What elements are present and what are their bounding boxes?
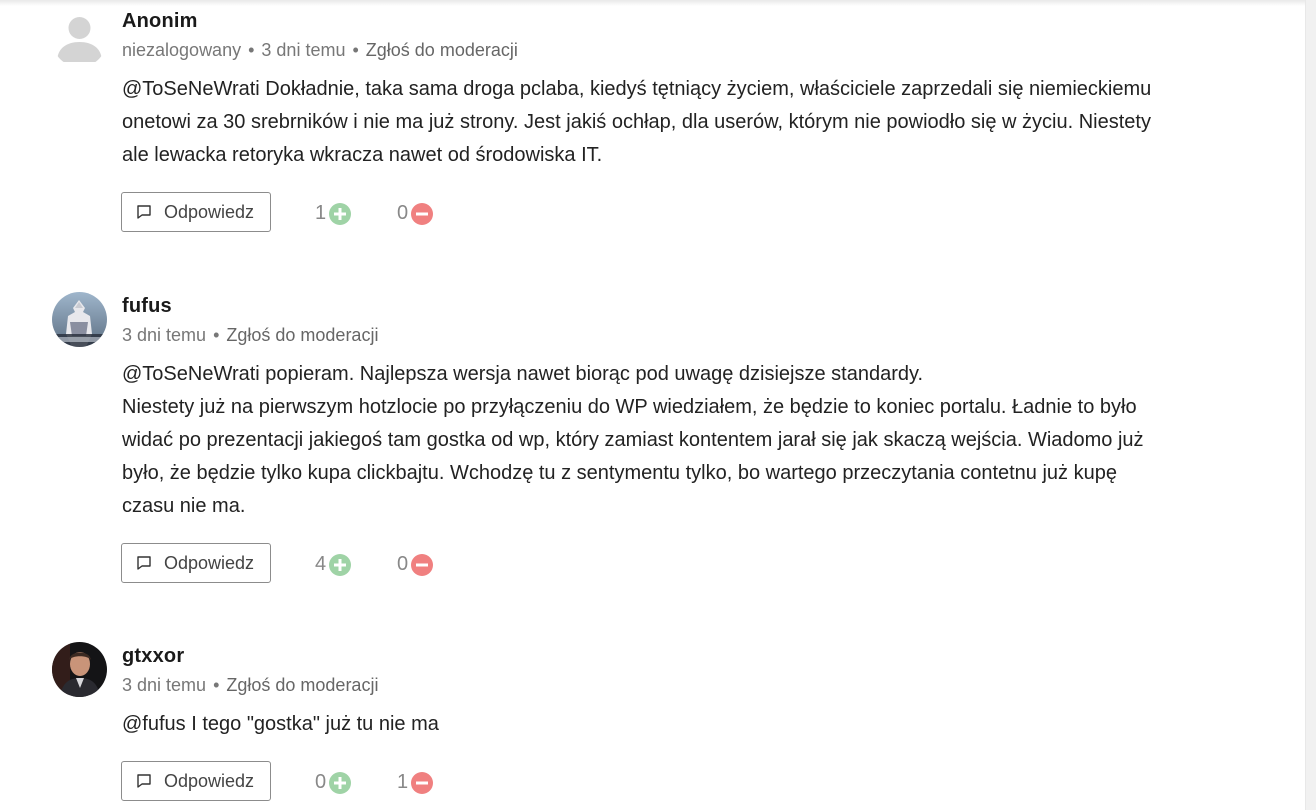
report-link[interactable]: Zgłoś do moderacji <box>226 325 378 345</box>
downvote-button[interactable]: 0 <box>397 553 434 576</box>
separator-dot: • <box>352 40 359 60</box>
downvote-count: 1 <box>397 771 409 793</box>
comment-time: 3 dni temu <box>122 675 207 695</box>
comment-time: 3 dni temu <box>122 325 207 345</box>
comment-bubble-icon <box>137 205 151 219</box>
reply-label: Odpowiedz <box>164 770 255 791</box>
separator-dot: • <box>213 675 220 695</box>
comment-body: @ToSeNeWrati popieram. Najlepsza wersja … <box>122 358 1272 523</box>
comment-author: gtxxor <box>122 645 185 667</box>
plus-circle-icon <box>329 553 352 576</box>
user-avatar <box>52 292 107 347</box>
comment-line: czasu nie ma. <box>122 495 246 517</box>
comment-body: @ToSeNeWrati Dokładnie, taka sama droga … <box>122 73 1272 172</box>
upvote-button[interactable]: 4 <box>315 553 352 576</box>
comment-bubble-icon <box>137 774 151 788</box>
comment-body: @fufus I tego "gostka" już tu nie ma <box>122 708 1272 741</box>
separator-dot: • <box>248 40 255 60</box>
comment-meta: 3 dni temu • Zgłoś do moderacji <box>122 325 378 346</box>
comment-line: @fufus I tego "gostka" już tu nie ma <box>122 713 439 735</box>
top-shadow <box>0 0 1306 6</box>
comment-author: Anonim <box>122 10 198 32</box>
guest-label: niezalogowany <box>122 40 242 60</box>
plus-circle-icon <box>329 202 352 225</box>
reply-button[interactable]: Odpowiedz <box>121 761 271 801</box>
reply-label: Odpowiedz <box>164 552 255 573</box>
comment-meta: 3 dni temu • Zgłoś do moderacji <box>122 675 378 696</box>
plus-circle-icon <box>329 771 352 794</box>
report-link[interactable]: Zgłoś do moderacji <box>366 40 518 60</box>
comment-line: było, że będzie tylko kupa clickbajtu. W… <box>122 462 1117 484</box>
upvote-button[interactable]: 0 <box>315 771 352 794</box>
scrollbar[interactable] <box>1305 0 1316 810</box>
comment-line: widać po prezentacji jakiegoś tam gostka… <box>122 429 1144 451</box>
comment-line: @ToSeNeWrati Dokładnie, taka sama droga … <box>122 78 1152 100</box>
minus-circle-icon <box>411 553 434 576</box>
comment-line: Niestety już na pierwszym hotzlocie po p… <box>122 396 1137 418</box>
comment-line: ale lewacka retoryka wkracza nawet od śr… <box>122 144 603 166</box>
comment-line: @ToSeNeWrati popieram. Najlepsza wersja … <box>122 363 924 385</box>
reply-button[interactable]: Odpowiedz <box>121 192 271 232</box>
upvote-count: 4 <box>315 553 327 575</box>
user-avatar <box>52 642 107 697</box>
upvote-count: 0 <box>315 771 327 793</box>
minus-circle-icon <box>411 771 434 794</box>
upvote-button[interactable]: 1 <box>315 202 352 225</box>
separator-dot: • <box>213 325 220 345</box>
downvote-count: 0 <box>397 553 409 575</box>
comment-line: onetowi za 30 srebrników i nie ma już st… <box>122 111 1151 133</box>
downvote-button[interactable]: 0 <box>397 202 434 225</box>
report-link[interactable]: Zgłoś do moderacji <box>226 675 378 695</box>
comment-author: fufus <box>122 295 172 317</box>
upvote-count: 1 <box>315 202 327 224</box>
comment-bubble-icon <box>137 556 151 570</box>
default-user-avatar-icon <box>52 12 107 67</box>
reply-button[interactable]: Odpowiedz <box>121 543 271 583</box>
comment-time: 3 dni temu <box>261 40 346 60</box>
comment-meta: niezalogowany • 3 dni temu • Zgłoś do modera… <box>122 40 518 61</box>
reply-label: Odpowiedz <box>164 201 255 222</box>
downvote-count: 0 <box>397 202 409 224</box>
downvote-button[interactable]: 1 <box>397 771 434 794</box>
minus-circle-icon <box>411 202 434 225</box>
